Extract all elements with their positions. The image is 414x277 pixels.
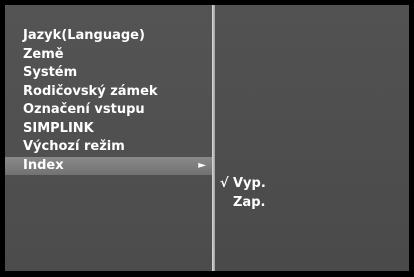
menu-item-label: Rodičovský zámek [23, 83, 158, 99]
menu-item-system[interactable]: Systém [5, 64, 212, 83]
checkmark-icon: √ [220, 176, 229, 191]
option-label: Zap. [233, 194, 266, 210]
menu-item-label: Systém [23, 65, 78, 80]
menu-item-label: Země [23, 46, 64, 62]
menu-item-country[interactable]: Země [5, 46, 212, 65]
main-menu-list: Jazyk(Language) Země Systém Rodičovský z… [5, 27, 212, 175]
menu-item-label: Výchozí režim [23, 139, 125, 154]
menu-item-simplink[interactable]: SIMPLINK [5, 120, 212, 139]
menu-item-parental-lock[interactable]: Rodičovský zámek [5, 83, 212, 102]
arrow-right-icon: ► [198, 159, 206, 171]
tv-menu-screen: Jazyk(Language) Země Systém Rodičovský z… [0, 0, 414, 277]
menu-item-label: SIMPLINK [23, 120, 94, 136]
menu-item-language[interactable]: Jazyk(Language) [5, 27, 212, 46]
menu-item-label: Index [23, 157, 64, 173]
option-on[interactable]: Zap. [217, 194, 266, 213]
menu-item-label: Označení vstupu [23, 102, 145, 117]
submenu-panel [215, 5, 409, 271]
menu-item-index[interactable]: Index ► [5, 156, 212, 175]
menu-item-default-mode[interactable]: Výchozí režim [5, 138, 212, 157]
menu-item-label: Jazyk(Language) [23, 28, 145, 43]
option-off[interactable]: √ Vyp. [217, 175, 266, 194]
menu-item-input-label[interactable]: Označení vstupu [5, 101, 212, 120]
option-label: Vyp. [233, 176, 266, 191]
index-options-list: √ Vyp. Zap. [217, 175, 266, 212]
